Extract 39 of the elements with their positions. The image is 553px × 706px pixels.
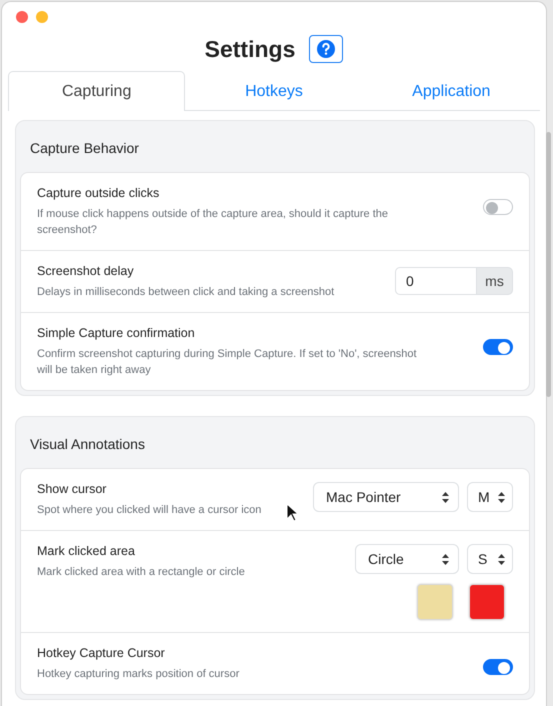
setting-title: Show cursor xyxy=(37,482,108,496)
tab[interactable]: Hotkeys xyxy=(185,71,363,111)
help-icon xyxy=(316,39,336,59)
up-down-chevron-icon xyxy=(497,490,506,504)
setting-description: Hotkey capturing marks position of cursor xyxy=(37,667,240,682)
color-swatch[interactable] xyxy=(469,584,505,620)
dropdown[interactable]: Circle xyxy=(355,544,459,574)
toggle-switch[interactable] xyxy=(483,659,513,675)
help-button[interactable] xyxy=(309,35,344,63)
up-down-chevron-icon xyxy=(497,552,506,566)
up-down-chevron-icon xyxy=(441,490,450,504)
mouse-pointer-icon xyxy=(286,503,298,522)
setting-description: If mouse click happens outside of the capture area, should it capture the screenshot? xyxy=(37,207,389,238)
section-title: Capture Behavior xyxy=(29,139,140,158)
setting-title: Simple Capture confirmation xyxy=(37,326,196,340)
unit-label: ms xyxy=(477,267,513,295)
setting-title: Mark clicked area xyxy=(37,544,136,558)
setting-title: Capture outside clicks xyxy=(37,186,160,200)
setting-title: Screenshot delay xyxy=(37,264,135,278)
scrollbar[interactable] xyxy=(546,132,551,397)
minimize-button[interactable] xyxy=(36,11,48,23)
delay-input-field[interactable]: 0 xyxy=(395,267,477,295)
dropdown[interactable]: M xyxy=(467,482,513,512)
setting-description: Spot where you clicked will have a cursor icon xyxy=(37,503,262,518)
tab[interactable]: Application xyxy=(362,71,540,111)
dropdown[interactable]: S xyxy=(467,544,513,574)
dropdown[interactable]: Mac Pointer xyxy=(313,482,459,512)
toggle-switch[interactable] xyxy=(483,199,513,215)
setting-description: Mark clicked area with a rectangle or circle xyxy=(37,565,246,580)
close-button[interactable] xyxy=(16,11,28,23)
setting-description: Confirm screenshot capturing during Simple Capture. If set to 'No', screenshot will be taken right away xyxy=(37,347,418,378)
toggle-switch[interactable] xyxy=(483,339,513,355)
window-title: Settings xyxy=(204,36,296,62)
setting-title: Hotkey Capture Cursor xyxy=(37,646,166,660)
up-down-chevron-icon xyxy=(441,552,450,566)
setting-description: Delays in milliseconds between click and taking a screenshot xyxy=(37,285,336,300)
section-title: Visual Annotations xyxy=(29,435,146,454)
color-swatch[interactable] xyxy=(417,584,453,620)
tab[interactable]: Capturing xyxy=(8,71,186,111)
